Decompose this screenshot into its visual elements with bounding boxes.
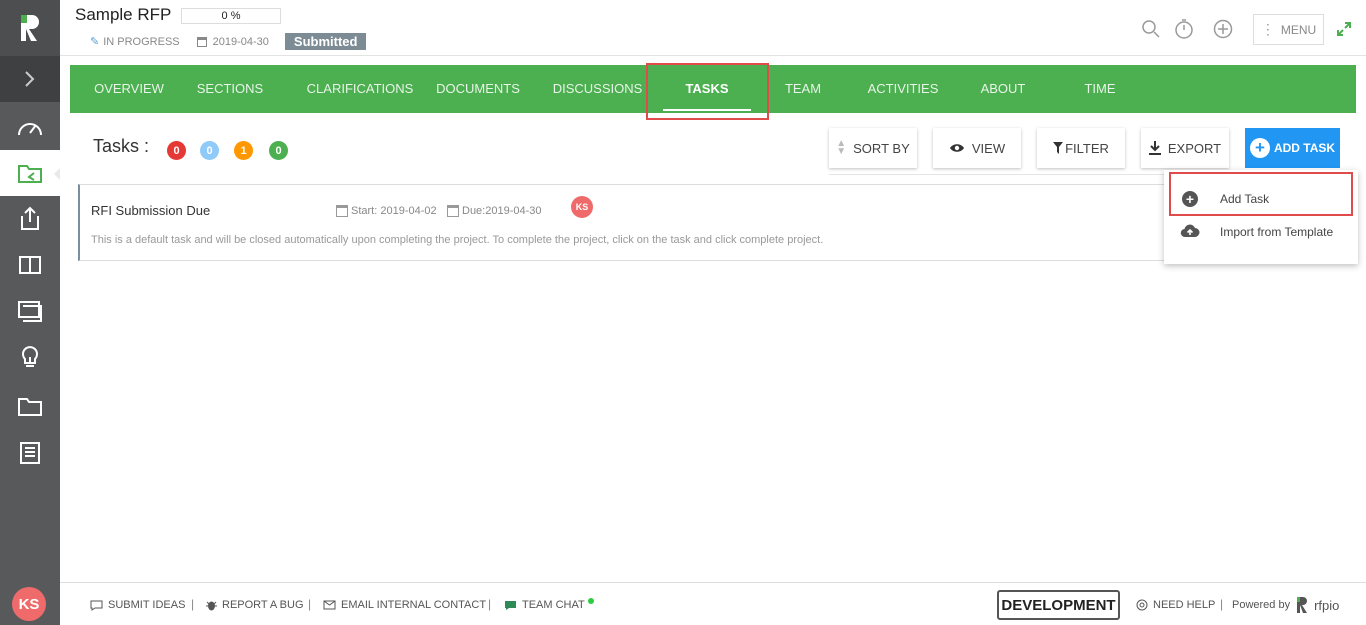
tab-time[interactable]: TIME [1070, 65, 1130, 113]
brand-name: rfpio [1314, 597, 1340, 613]
tab-overview[interactable]: OVERVIEW [80, 65, 178, 113]
add-circle-icon[interactable] [1212, 18, 1234, 40]
email-contact-label: EMAIL INTERNAL CONTACT [341, 599, 487, 611]
export-icon[interactable] [0, 196, 60, 242]
count-overdue-badge[interactable]: 0 [167, 141, 186, 160]
export-button[interactable]: EXPORT [1141, 128, 1229, 168]
task-due-label: Due:2019-04-30 [462, 205, 542, 217]
sort-by-button[interactable]: ▲ ▼ SORT BY [829, 128, 917, 168]
task-start-date: Start: 2019-04-02 [336, 205, 437, 217]
sidebar-expand-icon[interactable] [0, 56, 60, 102]
team-chat-link[interactable]: TEAM CHAT [504, 598, 594, 611]
projects-icon[interactable] [0, 150, 60, 196]
count-pending-badge[interactable]: 1 [234, 141, 253, 160]
rfpio-logo-icon [1297, 597, 1308, 613]
cloud-upload-icon [1180, 224, 1200, 238]
add-task-button[interactable]: + ADD TASK [1245, 128, 1340, 168]
count-open-badge[interactable]: 0 [200, 141, 219, 160]
need-help-label: NEED HELP [1153, 599, 1216, 611]
chat-icon [505, 600, 516, 610]
menu-label: MENU [1280, 22, 1317, 37]
footer-separator: | [191, 597, 195, 611]
expand-icon[interactable] [1333, 18, 1355, 40]
envelope-icon [323, 600, 336, 610]
sort-by-label: SORT BY [853, 140, 910, 156]
comment-icon [90, 600, 103, 611]
task-start-label: Start: 2019-04-02 [351, 205, 437, 217]
filter-button[interactable]: FILTER [1037, 128, 1125, 168]
tab-about[interactable]: ABOUT [973, 65, 1033, 113]
online-status-dot [587, 598, 594, 604]
ideas-icon[interactable] [0, 334, 60, 380]
lifebuoy-icon [1136, 599, 1148, 611]
folder-icon[interactable] [0, 384, 60, 430]
search-icon[interactable] [1140, 18, 1162, 40]
view-label: VIEW [971, 140, 1006, 156]
need-help-link[interactable]: NEED HELP [1136, 599, 1215, 611]
powered-by-label: Powered by [1232, 599, 1291, 611]
tab-activities[interactable]: ACTIVITIES [858, 65, 948, 113]
filter-icon [1053, 142, 1064, 154]
library-icon[interactable] [0, 242, 60, 288]
team-chat-label: TEAM CHAT [522, 599, 585, 611]
project-header: Sample RFP 0 % ✎ IN PROGRESS 2019-04-30 … [60, 0, 1366, 56]
calendar-icon [447, 205, 459, 217]
dropdown-item-import-template[interactable]: Import from Template [1164, 217, 1358, 247]
submit-ideas-link[interactable]: SUBMIT IDEAS [90, 599, 185, 611]
progress-indicator: 0 % [181, 8, 281, 24]
tab-documents[interactable]: DOCUMENTS [430, 65, 526, 113]
tasks-heading: Tasks : [93, 136, 150, 156]
project-status[interactable]: IN PROGRESS [103, 36, 179, 48]
task-due-date: Due:2019-04-30 [447, 205, 542, 217]
tasks-tab-highlight [646, 63, 769, 120]
report-bug-link[interactable]: REPORT A BUG [206, 599, 304, 611]
tab-team[interactable]: TEAM [773, 65, 833, 113]
bug-icon [206, 601, 217, 611]
environment-badge: DEVELOPMENT [997, 590, 1120, 620]
filter-label: FILTER [1065, 140, 1109, 156]
powered-by: Powered by rfpio [1232, 596, 1339, 614]
footer-separator: | [308, 597, 312, 611]
count-completed-badge[interactable]: 0 [269, 141, 288, 160]
assignee-avatar[interactable]: KS [571, 196, 593, 218]
footer-separator: | [488, 597, 492, 611]
user-avatar[interactable]: KS [12, 587, 46, 621]
pencil-icon: ✎ [90, 36, 100, 48]
project-due-date[interactable]: 2019-04-30 [213, 36, 269, 48]
footer-bar: SUBMIT IDEAS | REPORT A BUG | EMAIL INTE… [60, 582, 1366, 625]
task-title[interactable]: RFI Submission Due [91, 203, 210, 218]
eye-icon [949, 144, 964, 152]
reports-icon[interactable] [0, 430, 60, 476]
tab-clarifications[interactable]: CLARIFICATIONS [282, 65, 438, 113]
submit-ideas-label: SUBMIT IDEAS [108, 599, 186, 611]
download-icon [1148, 141, 1161, 155]
report-bug-label: REPORT A BUG [222, 599, 304, 611]
import-template-item-label: Import from Template [1220, 225, 1334, 239]
email-contact-link[interactable]: EMAIL INTERNAL CONTACT [323, 599, 486, 611]
submitted-badge: Submitted [284, 33, 367, 50]
plus-circle-icon: + [1249, 138, 1270, 158]
add-task-item-highlight [1169, 172, 1353, 216]
left-sidebar: KS [0, 0, 60, 625]
calendar-icon [196, 36, 207, 47]
calendar-icon [336, 205, 348, 217]
tab-discussions[interactable]: DISCUSSIONS [544, 65, 651, 113]
task-description: This is a default task and will be close… [91, 234, 824, 246]
task-card[interactable]: RFI Submission Due Start: 2019-04-02 Due… [78, 184, 1168, 261]
view-button[interactable]: VIEW [933, 128, 1021, 168]
tab-sections[interactable]: SECTIONS [182, 65, 278, 113]
menu-button[interactable]: ⋮ MENU [1253, 14, 1324, 45]
kebab-icon: ⋮ [1260, 21, 1275, 37]
dashboard-icon[interactable] [0, 104, 60, 150]
rfpio-logo-icon[interactable] [0, 0, 60, 56]
export-label: EXPORT [1167, 140, 1222, 156]
footer-separator: | [1220, 597, 1224, 611]
timer-icon[interactable] [1173, 18, 1195, 40]
project-status-row: ✎ IN PROGRESS 2019-04-30 Submitted [90, 33, 367, 50]
sort-icon: ▲ ▼ [836, 138, 847, 157]
documents-icon[interactable] [0, 288, 60, 334]
add-task-label: ADD TASK [1273, 141, 1336, 155]
project-title: Sample RFP [75, 5, 172, 24]
